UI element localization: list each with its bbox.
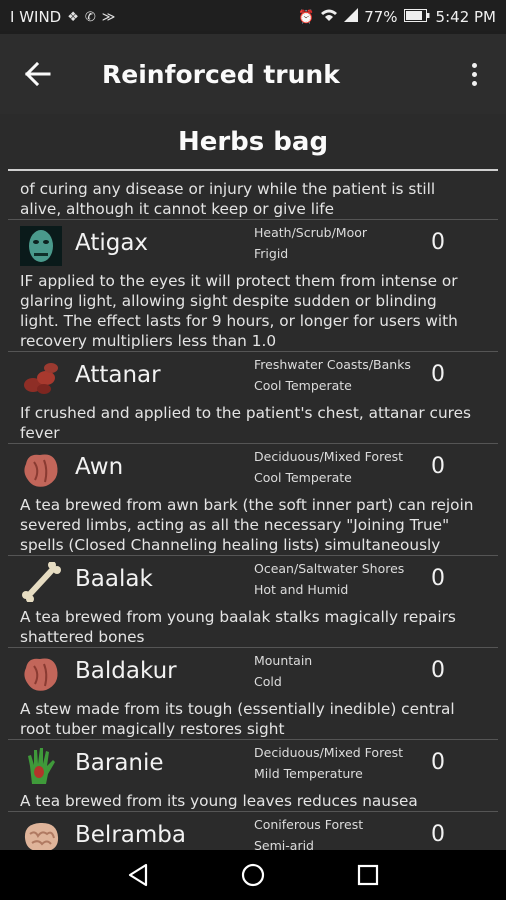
list-item[interactable]: Baalak Ocean/Saltwater Shores Hot and Hu… [0,560,506,604]
list-item[interactable]: Awn Deciduous/Mixed Forest Cool Temperat… [0,448,506,492]
herb-name: Awn [75,454,124,480]
herb-count[interactable]: 0 [431,362,445,387]
arrow-back-icon[interactable] [25,62,51,86]
herb-climate: Semi-arid [254,838,314,850]
herb-name: Baldakur [75,658,177,684]
herb-climate: Cold [254,674,282,689]
herb-count[interactable]: 0 [431,750,445,775]
divider [8,647,498,648]
divider [8,555,498,556]
divider [8,811,498,812]
herb-list[interactable]: Herbs bag of curing any disease or injur… [0,114,506,850]
cast-icon: ≫ [101,9,116,25]
page-title: Reinforced trunk [102,59,340,89]
status-left: I WIND ❖ ✆ ≫ [10,8,115,26]
herb-climate: Mild Temperature [254,766,363,781]
carrier-label: I WIND [10,8,62,26]
dropbox-icon: ❖ [67,9,79,25]
herb-climate: Hot and Humid [254,582,349,597]
herb-climate: Cool Temperate [254,470,352,485]
divider [8,443,498,444]
herb-count[interactable]: 0 [431,658,445,683]
system-nav-bar [0,850,506,900]
list-item[interactable]: Belramba Coniferous Forest Semi-arid 0 [0,816,506,850]
herb-name: Attanar [75,362,161,388]
alarm-icon: ⏰ [298,9,315,25]
herb-name: Baranie [75,750,164,776]
red-meat-pieces-icon [24,363,58,394]
battery-percent: 77% [364,8,398,26]
herb-description: A stew made from its tough (essentially … [20,700,455,738]
divider [8,739,498,740]
nav-recents-icon[interactable] [348,855,388,895]
herb-name: Atigax [75,230,149,256]
status-right: ⏰ 77% 5:42 PM [298,8,496,26]
section-title: Herbs bag [8,114,498,171]
divider [8,219,498,220]
divider [8,351,498,352]
green-hand-icon [28,748,55,784]
herb-count[interactable]: 0 [431,566,445,591]
herb-habitat: Heath/Scrub/Moor [254,225,368,240]
herb-description: A tea brewed from young baalak stalks ma… [20,608,456,646]
herb-climate: Cool Temperate [254,378,352,393]
app-bar: Reinforced trunk [0,34,506,114]
herb-name: Baalak [75,566,153,592]
herb-description: If crushed and applied to the patient's … [20,404,471,442]
list-item[interactable]: Baldakur Mountain Cold 0 [0,652,506,696]
nav-home-icon[interactable] [233,855,273,895]
herb-habitat: Deciduous/Mixed Forest [254,449,404,464]
battery-icon [403,8,430,26]
herb-count[interactable]: 0 [431,454,445,479]
nav-back-icon[interactable] [118,855,158,895]
list-item[interactable]: Baranie Deciduous/Mixed Forest Mild Temp… [0,744,506,788]
herb-habitat: Freshwater Coasts/Banks [254,357,411,372]
green-monster-head-icon [20,226,62,266]
herb-description: A tea brewed from its young leaves reduc… [20,792,418,810]
herb-description: IF applied to the eyes it will protect t… [20,272,458,350]
back-button[interactable] [8,34,68,114]
whatsapp-icon: ✆ [84,9,96,25]
herb-climate: Frigid [254,246,289,261]
brain-icon [24,822,59,850]
organ-icon [24,454,58,487]
herb-count[interactable]: 0 [431,230,445,255]
status-bar: I WIND ❖ ✆ ≫ ⏰ 77% 5:42 PM [0,0,506,34]
list-item[interactable]: Attanar Freshwater Coasts/Banks Cool Tem… [0,356,506,400]
herb-habitat: Coniferous Forest [254,817,364,832]
herb-description: A tea brewed from awn bark (the soft inn… [20,496,474,554]
bone-icon [22,562,61,602]
herb-habitat: Mountain [254,653,313,668]
signal-icon [344,8,359,26]
herb-count[interactable]: 0 [431,822,445,847]
wifi-icon [320,8,338,26]
herb-name: Belramba [75,822,186,848]
organ-icon [24,658,58,691]
herb-habitat: Deciduous/Mixed Forest [254,745,404,760]
herb-description: of curing any disease or injury while th… [20,180,436,218]
list-item[interactable]: Atigax Heath/Scrub/Moor Frigid 0 [0,224,506,268]
more-vert-icon[interactable] [454,34,494,114]
herb-habitat: Ocean/Saltwater Shores [254,561,405,576]
clock: 5:42 PM [435,8,496,26]
